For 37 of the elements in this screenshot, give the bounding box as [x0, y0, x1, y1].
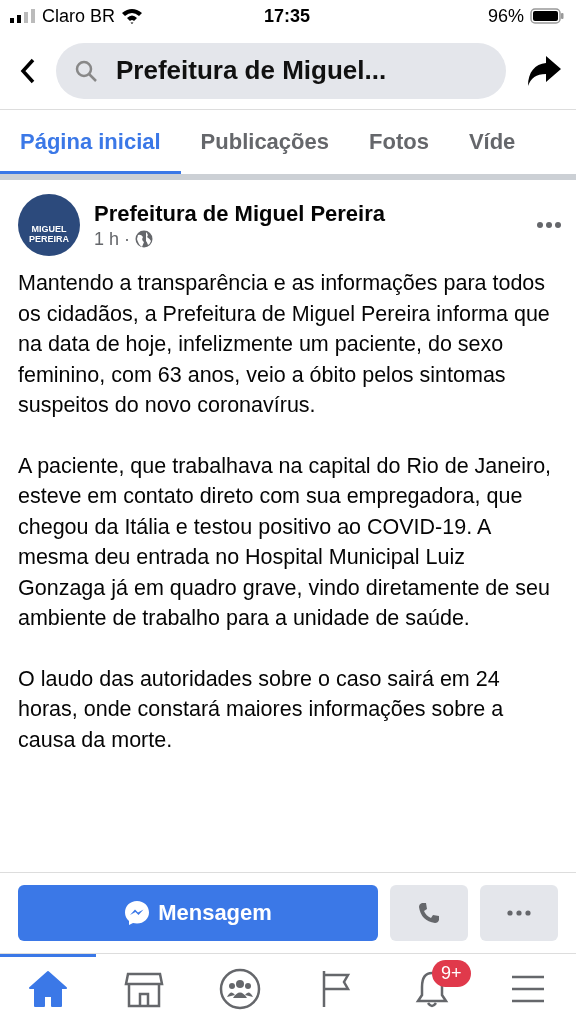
nav-tab[interactable]: 9+ [384, 954, 480, 1024]
wifi-icon [121, 8, 144, 24]
post-paragraph: A paciente, que trabalhava na capital do Rio de Janeiro, esteve em contato direto com sua empregadora, que chegou da Itália e testou positivo ao COVID-19. A mesma deu entrada no Hospital Municipal Luiz Gonzaga já em quadro grave, vindo diretamente de seu ambiente de trabalho para a unidade de saúde. [18, 452, 553, 632]
search-field[interactable]: Prefeitura de Miguel... [56, 42, 506, 99]
flag-icon [320, 969, 352, 1009]
page-tab[interactable]: Publicações [180, 110, 349, 174]
avatar-logo-text: PEREIRA [29, 234, 69, 244]
carrier-name: Claro BR [42, 5, 116, 27]
search-icon [74, 58, 98, 83]
globe-icon [135, 230, 154, 248]
post-time: 1 h [94, 228, 120, 250]
share-icon[interactable] [526, 53, 562, 88]
more-icon[interactable] [536, 221, 562, 229]
post-paragraph: Mantendo a transparência e as informações para todos os cidadãos, a Prefeitura de Miguel Pereira informa que na data de hoje, infelizmente um paciente, do sexo feminino, com 63 anos, veio a óbito pelos sintomas suspeitos do novo coronavírus. [18, 270, 551, 419]
page-avatar[interactable]: MIGUEL PEREIRA [18, 194, 80, 256]
post-paragraph: O laudo das autoridades sobre o caso sairá em 24 horas, onde constará maiores informações sobre a causa da morte. [18, 665, 505, 754]
store-icon [124, 970, 164, 1008]
avatar-logo-text: MIGUEL [31, 224, 67, 234]
groups-icon [219, 968, 261, 1010]
back-icon[interactable] [20, 57, 36, 84]
battery-icon [530, 8, 564, 24]
battery-percent: 96% [488, 5, 524, 27]
clock-time: 17:35 [264, 5, 311, 27]
page-tab[interactable]: Página inicial [0, 110, 181, 174]
more-icon [507, 910, 531, 916]
page-tab[interactable]: Fotos [349, 110, 449, 174]
phone-icon [417, 901, 441, 925]
call-button[interactable] [390, 885, 468, 941]
message-button[interactable]: Mensagem [18, 885, 378, 941]
separator-dot: · [124, 228, 131, 250]
post-author[interactable]: Prefeitura de Miguel Pereira [94, 200, 522, 227]
signal-icon [10, 9, 36, 23]
home-icon [28, 970, 68, 1008]
menu-icon [510, 973, 546, 1005]
messenger-icon [124, 900, 151, 926]
page-tab[interactable]: Víde [448, 110, 536, 174]
notification-badge: 9+ [432, 960, 471, 987]
